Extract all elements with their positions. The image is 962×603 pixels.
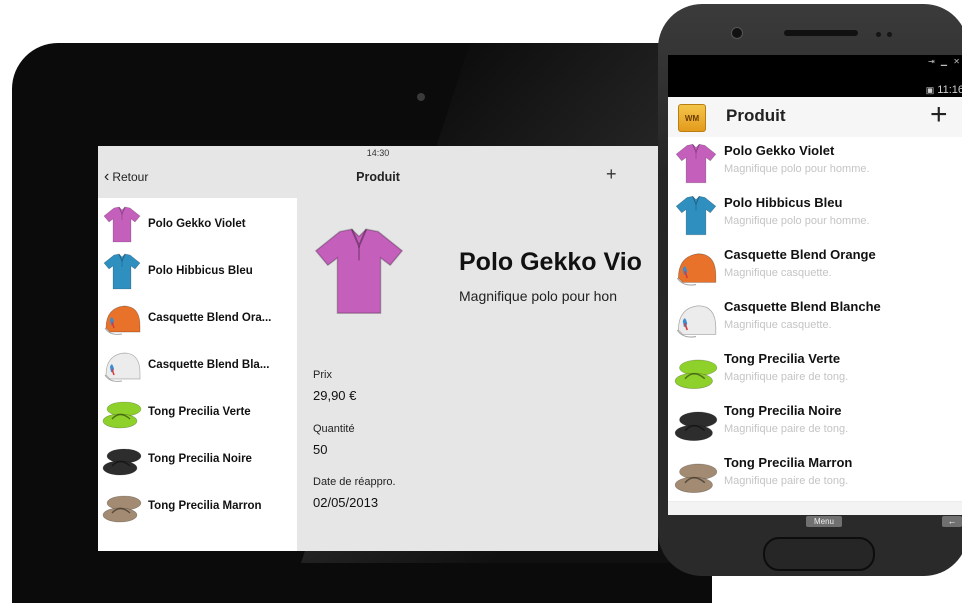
- add-button[interactable]: +: [606, 164, 617, 185]
- list-item-name: Polo Gekko Violet: [148, 217, 246, 230]
- menu-button[interactable]: Menu: [806, 516, 842, 527]
- list-item[interactable]: Polo Gekko Violet: [98, 200, 297, 247]
- list-item[interactable]: Tong Precilia Marron Magnifique paire de …: [668, 449, 962, 502]
- list-item[interactable]: Polo Hibbicus Bleu Magnifique polo pour h…: [668, 189, 962, 242]
- list-item-name: Casquette Blend Orange: [724, 247, 876, 262]
- quantity-label: Quantité: [313, 423, 355, 435]
- phone-app: WM Produit + Polo Gekko Violet Magnifique…: [668, 97, 962, 515]
- list-item-description: Magnifique casquette.: [724, 267, 832, 279]
- list-item-name: Casquette Blend Bla...: [148, 358, 270, 371]
- flipflop-green-icon: [102, 392, 142, 432]
- tablet-navbar: ‹ Retour Produit +: [98, 160, 658, 198]
- list-item-name: Tong Precilia Marron: [724, 455, 853, 470]
- window-controls[interactable]: ⇥ ▁ ✕: [928, 57, 962, 66]
- tablet-camera: [417, 93, 425, 101]
- phone-statusbar: ▣ 11:16: [668, 67, 962, 97]
- list-item-name: Casquette Blend Blanche: [724, 299, 881, 314]
- app-logo-icon: WM: [678, 104, 706, 132]
- phone-status-time: ▣ 11:16: [926, 84, 962, 96]
- list-item-name: Tong Precilia Verte: [724, 351, 841, 366]
- list-item-name: Polo Hibbicus Bleu: [724, 195, 843, 210]
- list-item-description: Magnifique paire de tong.: [724, 371, 849, 383]
- list-item[interactable]: Casquette Blend Ora...: [98, 294, 297, 341]
- list-item-description: Magnifique casquette.: [724, 319, 832, 331]
- list-item[interactable]: Tong Precilia Verte: [98, 388, 297, 435]
- tablet-status-time: 14:30: [366, 148, 390, 158]
- list-item-name: Tong Precilia Verte: [148, 405, 251, 418]
- flipflop-brown-icon: [102, 486, 142, 526]
- restock-date-label: Date de réappro.: [313, 476, 396, 488]
- list-item-name: Tong Precilia Noire: [148, 452, 252, 465]
- polo-blue-icon: [102, 251, 142, 291]
- list-item-name: Tong Precilia Noire: [724, 403, 842, 418]
- list-item[interactable]: Tong Precilia Noire Magnifique paire de t…: [668, 397, 962, 450]
- flipflop-brown-icon: [674, 453, 718, 497]
- list-item-name: Tong Precilia Marron: [148, 499, 262, 512]
- cap-orange-icon: [674, 245, 718, 289]
- phone-page-title: Produit: [726, 106, 786, 125]
- tablet-product-list: Polo Gekko Violet Polo Hibbicus Bleu Casqu…: [98, 198, 297, 551]
- list-item-description: Magnifique polo pour homme.: [724, 215, 870, 227]
- flipflop-black-icon: [102, 439, 142, 479]
- app-logo-text: WM: [684, 114, 700, 123]
- product-image-polo-icon: [311, 220, 407, 320]
- phone-screen: ⇥ ▁ ✕ ▣ 11:16 WM Produit + Polo Gekko Vio…: [668, 55, 962, 515]
- cap-white-icon: [674, 297, 718, 341]
- list-item[interactable]: Casquette Blend Blanche Magnifique casque…: [668, 293, 962, 346]
- list-item[interactable]: Casquette Blend Bla...: [98, 341, 297, 388]
- list-item[interactable]: Tong Precilia Verte Magnifique paire de t…: [668, 345, 962, 398]
- flipflop-green-icon: [674, 349, 718, 393]
- phone-speaker: [784, 30, 858, 36]
- list-item-name: Polo Hibbicus Bleu: [148, 264, 253, 277]
- polo-violet-icon: [674, 141, 718, 185]
- lock-icon: ▣: [925, 85, 935, 95]
- flipflop-black-icon: [674, 401, 718, 445]
- restock-date-value: 02/05/2013: [313, 495, 379, 510]
- phone-product-list: Polo Gekko Violet Magnifique polo pour ho…: [668, 137, 962, 515]
- polo-violet-icon: [102, 204, 142, 244]
- phone-actionbar: WM Produit +: [668, 97, 962, 138]
- chevron-left-icon: ‹: [104, 168, 110, 185]
- cap-orange-icon: [102, 298, 142, 338]
- phone-sensor: [876, 32, 881, 37]
- emulator-titlebar: ⇥ ▁ ✕: [668, 55, 962, 67]
- phone-back-button[interactable]: ←: [942, 516, 962, 527]
- home-button[interactable]: [763, 537, 875, 571]
- phone-sensor: [887, 32, 892, 37]
- tablet-screen: 14:30 ‹ Retour Produit + Polo Gekko Viol…: [98, 146, 658, 551]
- list-item[interactable]: Polo Gekko Violet Magnifique polo pour ho…: [668, 137, 962, 190]
- list-item-name: Polo Gekko Violet: [724, 143, 835, 158]
- list-item[interactable]: Tong Precilia Marron: [98, 482, 297, 529]
- list-item-name: Casquette Blend Ora...: [148, 311, 272, 324]
- list-item-description: Magnifique polo pour homme.: [724, 163, 870, 175]
- phone-add-button[interactable]: +: [930, 98, 948, 132]
- list-item-description: Magnifique paire de tong.: [724, 475, 849, 487]
- back-label: Retour: [112, 170, 149, 184]
- product-name: Polo Gekko Vio: [459, 248, 642, 276]
- list-item[interactable]: Casquette Blend Orange Magnifique casquet…: [668, 241, 962, 294]
- list-item[interactable]: Tong Precilia Noire: [98, 435, 297, 482]
- polo-blue-icon: [674, 193, 718, 237]
- phone-camera: [731, 27, 743, 39]
- list-item-description: Magnifique paire de tong.: [724, 423, 849, 435]
- price-value: 29,90 €: [313, 388, 357, 403]
- product-description: Magnifique polo pour hon: [459, 288, 618, 304]
- cap-white-icon: [102, 345, 142, 385]
- back-button[interactable]: ‹ Retour: [104, 168, 149, 185]
- page-title-text: Produit: [356, 170, 400, 184]
- list-item[interactable]: Polo Hibbicus Bleu: [98, 247, 297, 294]
- phone-time-text: 11:16: [937, 84, 962, 96]
- price-label: Prix: [313, 369, 332, 381]
- quantity-value: 50: [313, 442, 328, 457]
- product-detail: Polo Gekko Vio Magnifique polo pour hon …: [297, 198, 658, 551]
